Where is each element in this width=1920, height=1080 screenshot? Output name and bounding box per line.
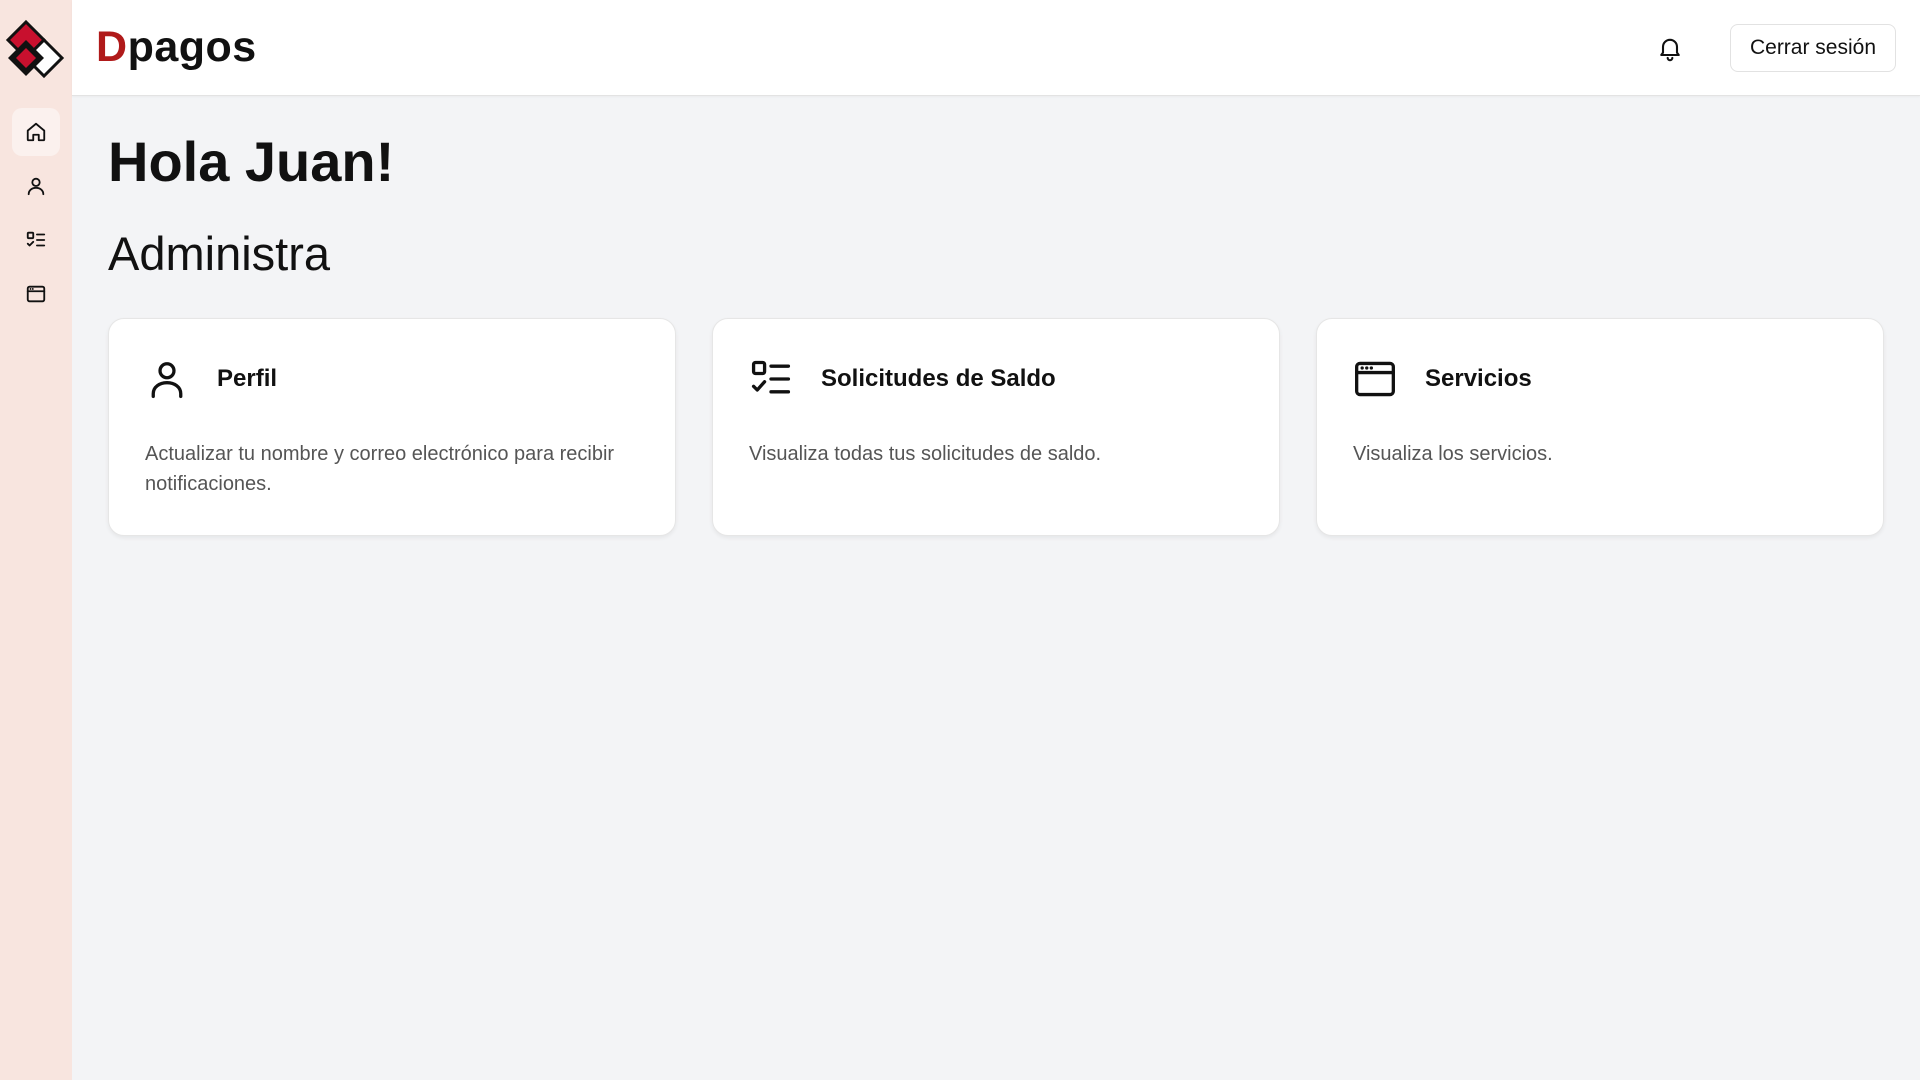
- card-services[interactable]: Servicios Visualiza los servicios.: [1316, 318, 1884, 536]
- card-title: Servicios: [1425, 365, 1532, 392]
- section-title: Administra: [108, 227, 331, 280]
- sidebar-item-home[interactable]: [12, 108, 60, 156]
- browser-window-icon: [1355, 361, 1395, 397]
- dpagos-logo-icon[interactable]: [4, 18, 68, 80]
- notifications-button[interactable]: [1656, 34, 1684, 62]
- top-bar: Dpagos Cerrar sesión: [72, 0, 1920, 96]
- browser-window-icon: [26, 285, 46, 303]
- bell-icon: [1660, 38, 1680, 62]
- card-description: Visualiza todas tus solicitudes de saldo…: [749, 443, 1102, 465]
- card-description: Actualizar tu nombre y correo electrónic…: [145, 443, 615, 495]
- greeting-heading: Hola Juan!: [108, 130, 395, 193]
- card-title: Solicitudes de Saldo: [821, 365, 1056, 392]
- logout-button[interactable]: Cerrar sesión: [1730, 24, 1896, 72]
- checklist-icon: [751, 360, 791, 394]
- sidebar-item-services[interactable]: [12, 270, 60, 318]
- card-balance-requests[interactable]: Solicitudes de Saldo Visualiza todas tus…: [712, 318, 1280, 536]
- sidebar: [0, 0, 72, 1080]
- sidebar-item-requests[interactable]: [12, 216, 60, 264]
- user-icon: [151, 362, 183, 399]
- card-description: Visualiza los servicios.: [1353, 443, 1553, 465]
- brand-logo-text[interactable]: Dpagos: [96, 22, 257, 72]
- card-title: Perfil: [217, 365, 278, 392]
- brand-initial: D: [96, 23, 128, 71]
- user-icon: [27, 177, 45, 196]
- sidebar-item-profile[interactable]: [12, 162, 60, 210]
- brand-name: pagos: [127, 23, 257, 71]
- checklist-icon: [26, 231, 46, 247]
- card-profile[interactable]: Perfil Actualizar tu nombre y correo ele…: [108, 318, 676, 536]
- home-icon: [26, 122, 46, 142]
